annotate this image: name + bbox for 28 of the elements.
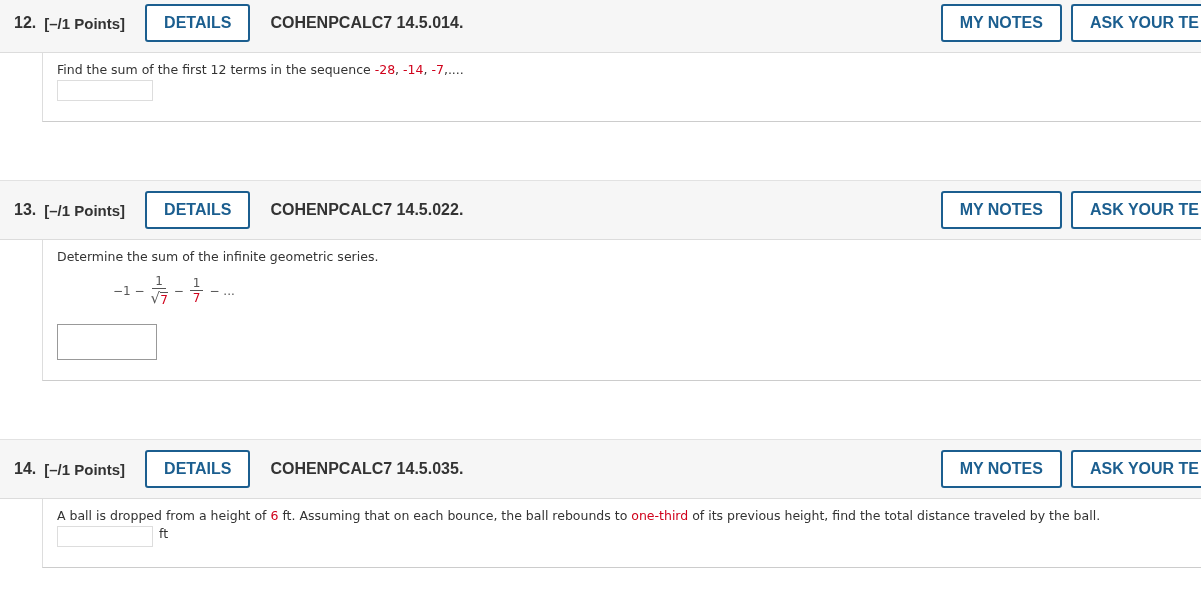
fraction: 1 7 [189, 276, 204, 305]
details-button[interactable]: DETAILS [145, 450, 251, 488]
fraction: 1 √7 [150, 274, 168, 307]
my-notes-button[interactable]: MY NOTES [940, 4, 1062, 42]
question-number: 13. [14, 201, 37, 219]
ask-teacher-button[interactable]: ASK YOUR TE [1070, 4, 1201, 42]
answer-field[interactable] [57, 324, 157, 360]
points-label: [–/1 Points] [44, 201, 126, 219]
my-notes-button[interactable]: MY NOTES [940, 450, 1062, 488]
question-number: 14. [14, 460, 37, 478]
unit-label: ft [159, 526, 169, 541]
ask-teacher-button[interactable]: ASK YOUR TE [1070, 191, 1201, 229]
question-code: COHENPCALC7 14.5.014. [270, 14, 465, 32]
points-label: [–/1 Points] [44, 460, 126, 478]
question-text: Determine the sum of the infinite geometric series. [57, 249, 380, 264]
question-code: COHENPCALC7 14.5.035. [270, 460, 465, 478]
ask-teacher-button[interactable]: ASK YOUR TE [1070, 450, 1201, 488]
my-notes-button[interactable]: MY NOTES [940, 191, 1062, 229]
question-code: COHENPCALC7 14.5.022. [270, 201, 465, 219]
points-label: [–/1 Points] [44, 14, 126, 32]
question-text: Find the sum of the first 12 terms in the sequence -28, -14, -7,.... [57, 62, 465, 77]
question-text: A ball is dropped from a height of 6 ft. Assuming that on each bounce, the ball rebounds to one-third of its previous height, find the total distance traveled by the ball. [57, 508, 1102, 523]
math-term: −1 − [113, 283, 145, 298]
details-button[interactable]: DETAILS [145, 191, 251, 229]
math-term: − [173, 283, 184, 298]
question-number: 12. [14, 14, 37, 32]
details-button[interactable]: DETAILS [145, 4, 251, 42]
math-term: − ... [209, 283, 235, 298]
